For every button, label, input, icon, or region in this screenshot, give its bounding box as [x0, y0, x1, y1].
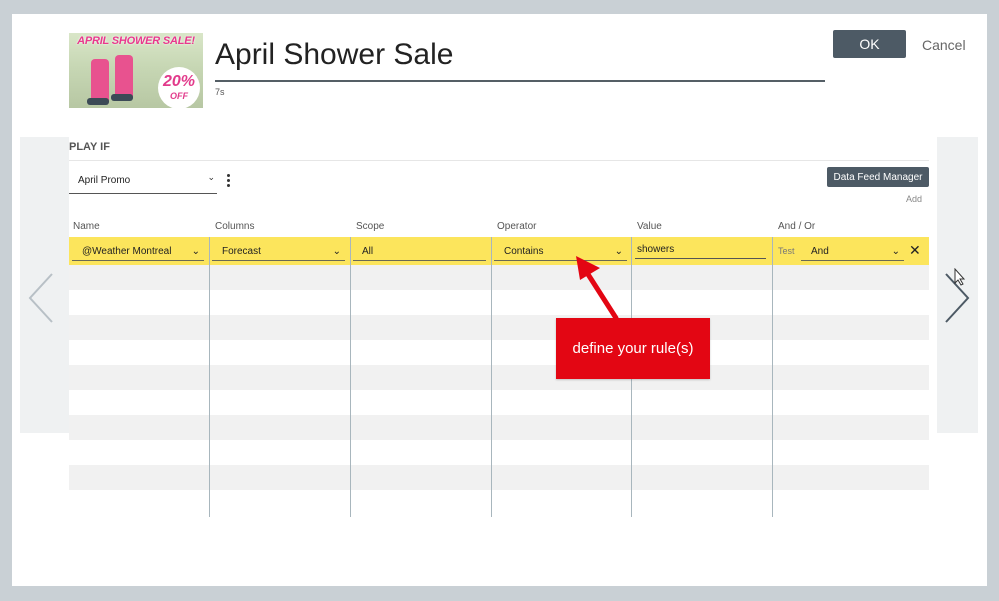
empty-row: [69, 365, 929, 390]
name-select-value: @Weather Montreal: [82, 246, 172, 257]
and-or-select-value: And: [811, 246, 829, 257]
scope-select-value: All: [362, 246, 374, 257]
section-title: PLAY IF: [69, 141, 110, 153]
column-divider: [491, 237, 492, 517]
chevron-down-icon: ⌄: [332, 246, 341, 257]
column-header-operator: Operator: [497, 221, 537, 232]
callout-tooltip: define your rule(s): [556, 318, 710, 379]
name-select[interactable]: @Weather Montreal ⌄: [72, 241, 204, 261]
duration-label: 7s: [215, 87, 225, 97]
column-divider: [772, 237, 773, 517]
columns-select-value: Forecast: [222, 246, 261, 257]
value-input[interactable]: [635, 241, 766, 259]
promo-select-value: April Promo: [78, 175, 131, 186]
chevron-down-icon: ⌄: [207, 172, 215, 182]
thumbnail-banner-text: APRIL SHOWER SALE!: [77, 35, 195, 47]
discount-off-label: OFF: [170, 91, 188, 101]
chevron-down-icon: ⌄: [191, 246, 200, 257]
rule-editor-dialog: APRIL SHOWER SALE! 20% OFF April Shower …: [12, 14, 987, 586]
page-title[interactable]: April Shower Sale: [215, 36, 825, 82]
close-icon[interactable]: ✕: [909, 242, 921, 258]
mouse-cursor-icon: [954, 268, 966, 286]
chevron-down-icon: ⌄: [891, 246, 900, 257]
empty-row: [69, 415, 929, 440]
more-options-icon[interactable]: [227, 174, 231, 189]
callout-arrow-icon: [576, 256, 619, 321]
column-divider: [209, 237, 210, 517]
boot-right-image: [111, 55, 133, 101]
promo-select[interactable]: April Promo ⌄: [69, 167, 217, 194]
column-header-columns: Columns: [215, 221, 255, 232]
ok-button[interactable]: OK: [833, 30, 906, 58]
play-if-section: PLAY IF April Promo ⌄ Data Feed Manager …: [69, 137, 937, 517]
column-header-and-or: And / Or: [778, 221, 816, 232]
column-header-value: Value: [637, 221, 662, 232]
empty-row: [69, 465, 929, 490]
empty-row: [69, 265, 929, 290]
add-rule-link[interactable]: Add: [906, 194, 922, 204]
columns-select[interactable]: Forecast ⌄: [212, 241, 345, 261]
boot-left-image: [87, 59, 109, 105]
empty-row: [69, 315, 929, 340]
test-link[interactable]: Test: [778, 246, 795, 256]
column-divider: [350, 237, 351, 517]
data-feed-manager-button[interactable]: Data Feed Manager: [827, 167, 929, 187]
divider: [69, 160, 929, 161]
previous-arrow-icon[interactable]: [26, 272, 56, 324]
creative-thumbnail: APRIL SHOWER SALE! 20% OFF: [69, 33, 203, 108]
column-header-scope: Scope: [356, 221, 385, 232]
discount-badge: 20% OFF: [158, 67, 200, 108]
and-or-select[interactable]: And ⌄: [801, 241, 904, 261]
scope-select[interactable]: All: [353, 241, 486, 261]
discount-percent: 20%: [162, 73, 196, 90]
column-header-name: Name: [73, 221, 100, 232]
operator-select-value: Contains: [504, 246, 544, 257]
cancel-button[interactable]: Cancel: [922, 37, 966, 53]
